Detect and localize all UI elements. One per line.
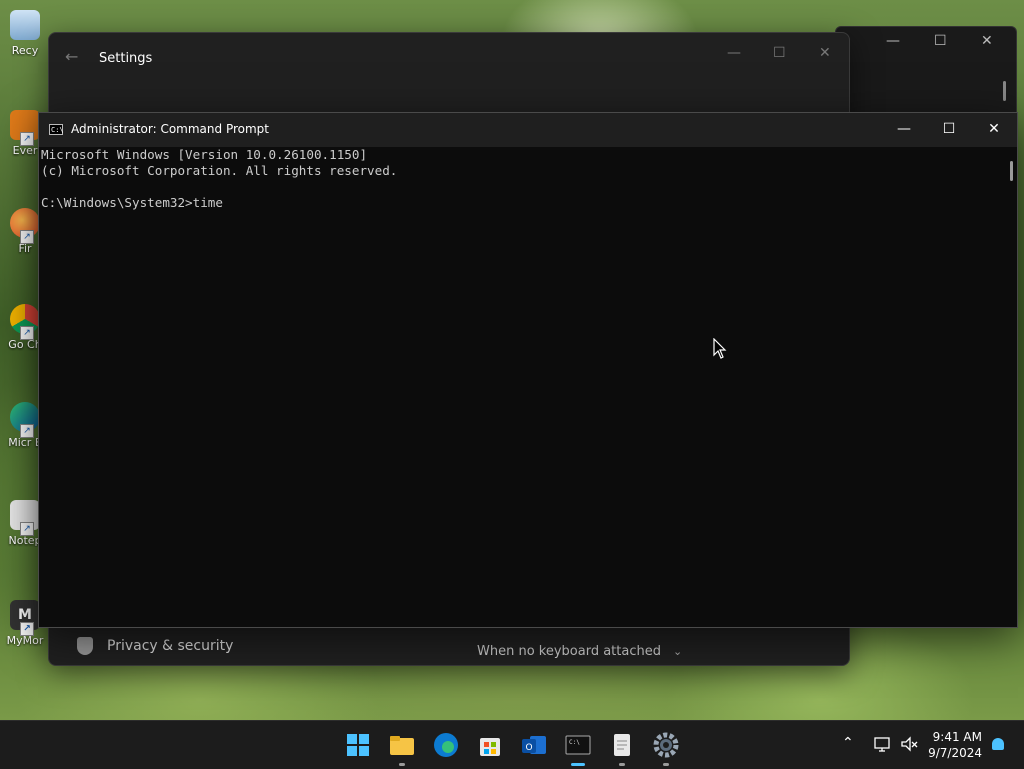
shortcut-arrow-icon: ↗ — [20, 132, 34, 146]
maximize-icon[interactable]: ☐ — [934, 33, 947, 49]
volume-button[interactable] — [900, 735, 918, 755]
running-indicator — [399, 763, 405, 766]
svg-text:C:\: C:\ — [569, 739, 580, 746]
maximize-icon: ☐ — [942, 121, 956, 137]
gear-icon — [653, 732, 679, 758]
cmd-title: Administrator: Command Prompt — [71, 122, 269, 136]
active-indicator — [571, 763, 585, 766]
recycle-bin-icon — [10, 10, 40, 40]
notepad-icon: ↗ — [10, 500, 40, 536]
shield-icon — [77, 637, 93, 655]
minimize-button[interactable]: — — [881, 113, 927, 147]
scrollbar[interactable] — [1010, 161, 1013, 181]
network-button[interactable] — [874, 735, 892, 755]
minimize-icon: — — [897, 121, 911, 137]
outlook-icon: O — [522, 736, 546, 754]
scrollbar[interactable] — [1003, 81, 1006, 101]
close-button[interactable]: ✕ — [971, 113, 1017, 147]
store-icon — [480, 738, 500, 756]
taskbar: O C:\ ⌃ 9:41 AM 9/7/2024 — [0, 720, 1024, 769]
volume-muted-icon — [901, 736, 918, 752]
start-button[interactable] — [342, 729, 374, 761]
close-icon: ✕ — [988, 121, 1000, 137]
shortcut-arrow-icon: ↗ — [20, 522, 34, 536]
keyboard-dropdown[interactable]: When no keyboard attached ⌄ — [477, 644, 682, 659]
taskbar-notepad[interactable] — [606, 729, 638, 766]
console-line: Microsoft Windows [Version 10.0.26100.11… — [41, 147, 368, 162]
clock-date: 9/7/2024 — [928, 746, 982, 760]
maximize-button[interactable]: ☐ — [926, 113, 972, 147]
nav-item-label: Privacy & security — [107, 638, 234, 654]
shortcut-arrow-icon: ↗ — [20, 622, 34, 636]
edge-icon: ↗ — [10, 402, 40, 438]
everything-icon: ↗ — [10, 110, 40, 146]
svg-text:O: O — [525, 743, 532, 753]
minimize-icon[interactable]: — — [727, 45, 741, 61]
mouse-cursor-icon — [713, 338, 727, 359]
notification-bell-icon[interactable] — [992, 738, 1004, 750]
command-prompt-window[interactable]: C:\ Administrator: Command Prompt — ☐ ✕ … — [38, 112, 1018, 628]
taskbar-microsoft-store[interactable] — [474, 729, 506, 761]
settings-title: Settings — [99, 51, 153, 66]
taskbar-terminal[interactable]: C:\ — [562, 729, 594, 766]
notepad-icon — [614, 734, 630, 756]
chevron-up-icon: ⌃ — [842, 735, 854, 751]
show-hidden-icons-button[interactable]: ⌃ — [842, 735, 854, 755]
clock[interactable]: 9:41 AM 9/7/2024 — [928, 729, 982, 761]
close-icon[interactable]: ✕ — [819, 45, 831, 61]
console-line: (c) Microsoft Corporation. All rights re… — [41, 163, 398, 178]
cmd-console-output[interactable]: Microsoft Windows [Version 10.0.26100.11… — [41, 147, 1003, 627]
close-icon[interactable]: ✕ — [981, 33, 993, 49]
cmd-titlebar[interactable]: C:\ Administrator: Command Prompt — ☐ ✕ — [39, 113, 1017, 147]
shortcut-arrow-icon: ↗ — [20, 424, 34, 438]
minimize-icon[interactable]: — — [886, 33, 900, 49]
mymor-icon: M ↗ — [10, 600, 40, 636]
taskbar-outlook[interactable]: O — [518, 729, 550, 761]
cmd-app-icon: C:\ — [49, 124, 64, 135]
console-prompt-line: C:\Windows\System32>time — [41, 195, 223, 210]
taskbar-edge[interactable] — [430, 729, 462, 761]
firefox-icon: ↗ — [10, 208, 40, 244]
desktop-icon-label: Recy — [11, 44, 39, 57]
desktop-icon-recycle-bin[interactable]: Recy — [2, 10, 48, 57]
terminal-icon: C:\ — [565, 735, 591, 755]
nav-item-privacy-security[interactable]: Privacy & security — [77, 637, 233, 655]
network-icon — [874, 737, 890, 752]
dropdown-value: When no keyboard attached — [477, 644, 661, 659]
shortcut-arrow-icon: ↗ — [20, 326, 34, 340]
maximize-icon[interactable]: ☐ — [773, 45, 786, 61]
chevron-down-icon: ⌄ — [672, 645, 683, 658]
taskbar-settings[interactable] — [650, 729, 682, 766]
windows-logo-icon — [347, 734, 369, 756]
chrome-icon: ↗ — [10, 304, 40, 340]
taskbar-file-explorer[interactable] — [386, 729, 418, 766]
running-indicator — [663, 763, 669, 766]
folder-icon — [390, 736, 414, 755]
running-indicator — [619, 763, 625, 766]
shortcut-arrow-icon: ↗ — [20, 230, 34, 244]
back-arrow-icon[interactable]: ← — [65, 47, 78, 66]
edge-icon — [434, 733, 458, 757]
clock-time: 9:41 AM — [932, 730, 982, 744]
